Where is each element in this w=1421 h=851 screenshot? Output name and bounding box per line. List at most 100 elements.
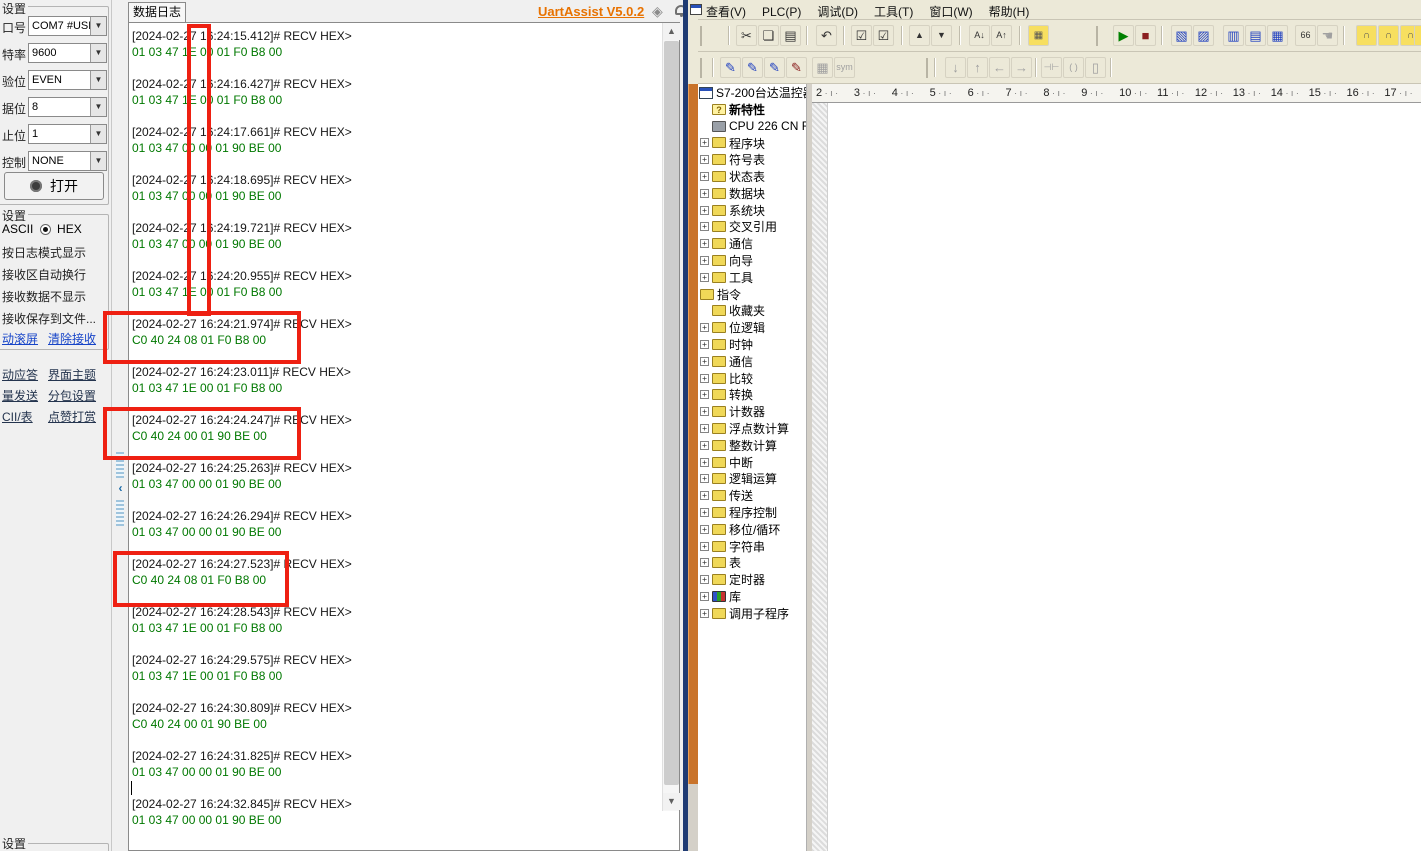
tree-item[interactable]: + 传送: [698, 487, 806, 504]
tree-expand-icon[interactable]: +: [700, 172, 709, 181]
menu-item[interactable]: 调试(D): [809, 0, 866, 23]
tree-root-item[interactable]: S7-200台达温控器: [698, 84, 806, 101]
collapse-panel-button[interactable]: ‹: [114, 480, 127, 497]
toolbar-button[interactable]: ▯: [1085, 57, 1106, 78]
toolbar-button[interactable]: ∩: [1356, 25, 1377, 46]
feature-link[interactable]: 分包设置: [48, 387, 96, 404]
tree-item[interactable]: + 状态表: [698, 168, 806, 185]
tab-data-log[interactable]: 数据日志: [128, 2, 186, 22]
tree-item[interactable]: + 符号表: [698, 151, 806, 168]
tree-expand-icon[interactable]: +: [700, 508, 709, 517]
recv-option-checkbox[interactable]: 接收数据不显示: [2, 288, 86, 305]
toolbar-button[interactable]: ■: [1135, 25, 1156, 46]
recv-option-checkbox[interactable]: 接收区自动换行: [2, 266, 86, 283]
recv-option-checkbox[interactable]: 接收保存到文件...: [2, 310, 96, 327]
toolbar-button[interactable]: ∩: [1378, 25, 1399, 46]
serial-field-combobox[interactable]: 1 ▼: [28, 124, 107, 144]
recv-option-checkbox[interactable]: 按日志模式显示: [2, 244, 86, 261]
tree-item[interactable]: + 计数器: [698, 403, 806, 420]
tree-item[interactable]: + 中断: [698, 454, 806, 471]
tree-expand-icon[interactable]: +: [700, 273, 709, 282]
tree-item[interactable]: + 通信: [698, 353, 806, 370]
tree-expand-icon[interactable]: +: [700, 357, 709, 366]
tree-expand-icon[interactable]: +: [700, 206, 709, 215]
tree-item[interactable]: + 收藏夹: [698, 303, 806, 320]
feature-link[interactable]: 量发送: [2, 387, 38, 404]
tree-expand-icon[interactable]: +: [700, 474, 709, 483]
tree-item[interactable]: + 浮点数计算: [698, 420, 806, 437]
toolbar-button[interactable]: ▦: [812, 57, 833, 78]
toolbar-button[interactable]: ✂: [736, 25, 757, 46]
diamond-icon[interactable]: ◈: [652, 3, 663, 20]
toolbar-button[interactable]: ✎: [786, 57, 807, 78]
toolbar-button[interactable]: ✎: [764, 57, 785, 78]
combobox-dropdown-icon[interactable]: ▼: [90, 17, 106, 35]
tree-expand-icon[interactable]: +: [700, 458, 709, 467]
menu-item[interactable]: 帮助(H): [981, 0, 1038, 23]
scrollbar-thumb[interactable]: [664, 41, 679, 785]
clear-recv-link[interactable]: 清除接收: [48, 330, 96, 347]
toolbar-button[interactable]: 66: [1295, 25, 1316, 46]
menu-item[interactable]: 窗口(W): [921, 0, 980, 23]
tree-item[interactable]: + 移位/循环: [698, 521, 806, 538]
toolbar-button[interactable]: ✎: [720, 57, 741, 78]
tree-item[interactable]: + 表: [698, 555, 806, 572]
toolbar-button[interactable]: ▲: [909, 25, 930, 46]
toolbar-button[interactable]: ▤: [780, 25, 801, 46]
tree-item[interactable]: + 新特性: [698, 101, 806, 118]
log-scrollbar[interactable]: ▲ ▼: [662, 23, 679, 811]
menu-item[interactable]: 查看(V): [698, 0, 754, 23]
toolbar-button[interactable]: sym: [834, 57, 855, 78]
toolbar-button[interactable]: ▶: [1113, 25, 1134, 46]
feature-link[interactable]: CII/表: [2, 408, 33, 425]
tree-expand-icon[interactable]: +: [700, 138, 709, 147]
tree-expand-icon[interactable]: +: [700, 256, 709, 265]
tree-item[interactable]: + 交叉引用: [698, 219, 806, 236]
toolbar-button[interactable]: A↑: [991, 25, 1012, 46]
toolbar-button[interactable]: A↓: [969, 25, 990, 46]
serial-field-combobox[interactable]: EVEN ▼: [28, 70, 107, 90]
tree-expand-icon[interactable]: +: [700, 222, 709, 231]
tree-expand-icon[interactable]: +: [700, 390, 709, 399]
scroll-down-button[interactable]: ▼: [663, 793, 680, 810]
tree-item[interactable]: + 库: [698, 588, 806, 605]
autoscroll-link[interactable]: 动滚屏: [2, 330, 38, 347]
toolbar-button[interactable]: ↑: [967, 57, 988, 78]
tree-expand-icon[interactable]: +: [700, 575, 709, 584]
tree-expand-icon[interactable]: +: [700, 407, 709, 416]
toolbar-button[interactable]: ✎: [742, 57, 763, 78]
radio-hex[interactable]: [40, 224, 51, 235]
open-port-button[interactable]: 打开: [4, 172, 104, 200]
tree-expand-icon[interactable]: +: [700, 525, 709, 534]
combobox-dropdown-icon[interactable]: ▼: [90, 125, 106, 143]
tree-item[interactable]: + 整数计算: [698, 437, 806, 454]
combobox-dropdown-icon[interactable]: ▼: [90, 152, 106, 170]
toolbar-button[interactable]: ▨: [1193, 25, 1214, 46]
tree-expand-icon[interactable]: +: [700, 323, 709, 332]
toolbar-button[interactable]: ( ): [1063, 57, 1084, 78]
menu-item[interactable]: 工具(T): [866, 0, 921, 23]
toolbar-button[interactable]: ☚: [1317, 25, 1338, 46]
tree-item[interactable]: + 向导: [698, 252, 806, 269]
feature-link[interactable]: 动应答: [2, 366, 38, 383]
toolbar-button[interactable]: ←: [989, 57, 1010, 78]
toolbar-button[interactable]: ☑: [851, 25, 872, 46]
tree-expand-icon[interactable]: +: [700, 239, 709, 248]
scroll-up-button[interactable]: ▲: [663, 23, 680, 40]
serial-field-combobox[interactable]: NONE ▼: [28, 151, 107, 171]
tree-expand-icon[interactable]: +: [700, 189, 709, 198]
toolbar-button[interactable]: ▼: [931, 25, 952, 46]
tree-expand-icon[interactable]: +: [700, 542, 709, 551]
tree-expand-icon[interactable]: +: [700, 441, 709, 450]
tree-expand-icon[interactable]: +: [700, 340, 709, 349]
tree-item[interactable]: + 字符串: [698, 538, 806, 555]
radio-ascii-label[interactable]: ASCII: [2, 222, 33, 236]
tree-expand-icon[interactable]: +: [700, 374, 709, 383]
combobox-dropdown-icon[interactable]: ▼: [90, 98, 106, 116]
tree-expand-icon[interactable]: +: [700, 592, 709, 601]
serial-field-combobox[interactable]: 9600 ▼: [28, 43, 107, 63]
combobox-dropdown-icon[interactable]: ▼: [90, 71, 106, 89]
toolbar-button[interactable]: ▦: [1028, 25, 1049, 46]
tree-item[interactable]: + 系统块: [698, 202, 806, 219]
tree-item[interactable]: + 调用子程序: [698, 605, 806, 622]
